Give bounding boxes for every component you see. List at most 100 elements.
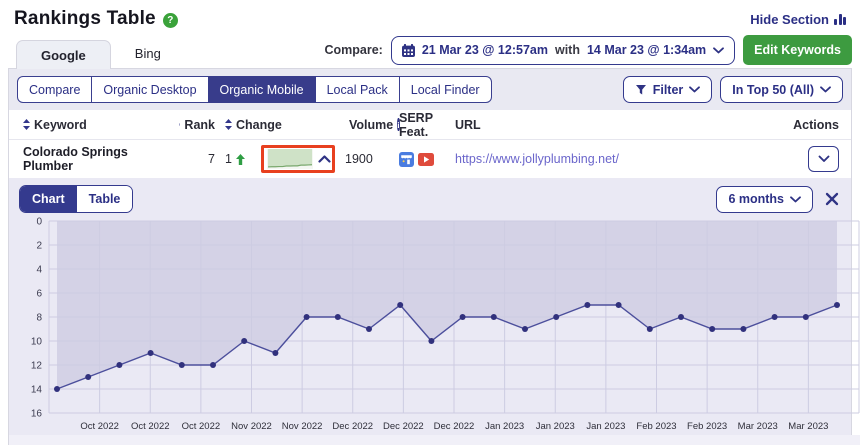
segment-compare[interactable]: Compare <box>17 76 92 103</box>
rank-chart-section: Chart Table 6 months 024681012141 <box>9 178 851 445</box>
svg-text:4: 4 <box>36 265 42 276</box>
hide-section-link[interactable]: Hide Section <box>750 12 846 27</box>
compare-date-from: 21 Mar 23 @ 12:57am <box>422 43 548 57</box>
page-header: Rankings Table ? Hide Section <box>0 0 860 32</box>
tab-google[interactable]: Google <box>16 40 111 69</box>
header-rank[interactable]: Rank <box>179 118 215 132</box>
header-actions: Actions <box>791 118 851 132</box>
chevron-down-icon <box>818 155 830 163</box>
change-value: 1 <box>225 152 232 166</box>
rank-value: 7 <box>208 152 215 166</box>
svg-text:12: 12 <box>31 361 43 372</box>
compare-conjunction: with <box>555 43 580 57</box>
chevron-down-icon <box>713 47 724 54</box>
hide-section-label: Hide Section <box>750 12 829 27</box>
sort-icon <box>179 119 180 130</box>
header-actions-label: Actions <box>793 118 839 132</box>
range-label: 6 months <box>728 192 784 206</box>
filter-dropdown-button[interactable]: Filter <box>623 76 713 103</box>
svg-text:Oct 2022: Oct 2022 <box>131 421 170 432</box>
header-change[interactable]: Change <box>215 118 341 132</box>
keyword-name: Colorado Springs Plumber <box>23 145 128 173</box>
rank-history-chart[interactable]: 0246810121416Oct 2022Oct 2022Oct 2022Nov… <box>9 213 860 445</box>
edit-keywords-button[interactable]: Edit Keywords <box>743 35 852 65</box>
tab-bing[interactable]: Bing <box>111 39 185 68</box>
segment-local-finder[interactable]: Local Finder <box>399 76 492 103</box>
engine-tab-bar: Google Bing Compare: 21 Mar 23 @ 12:57am… <box>8 36 852 68</box>
compare-label: Compare: <box>324 43 382 57</box>
svg-text:Jan 2023: Jan 2023 <box>536 421 575 432</box>
chart-table-toggle: Chart Table <box>19 185 133 213</box>
segment-organic-mobile[interactable]: Organic Mobile <box>208 76 316 103</box>
filter-button-label: Filter <box>653 83 684 97</box>
table-row: Colorado Springs Plumber 7 1 <box>9 140 851 178</box>
tab-bing-label: Bing <box>135 46 161 61</box>
arrow-up-icon <box>236 154 245 165</box>
svg-text:10: 10 <box>31 337 43 348</box>
sort-icon <box>225 119 232 130</box>
compare-date-range-picker[interactable]: 21 Mar 23 @ 12:57am with 14 Mar 23 @ 1:3… <box>391 36 735 65</box>
chevron-down-icon <box>790 196 801 203</box>
svg-text:16: 16 <box>31 409 43 420</box>
rank-history-sparkline[interactable] <box>267 149 313 169</box>
header-url-label: URL <box>455 118 481 132</box>
svg-text:Mar 2023: Mar 2023 <box>788 421 828 432</box>
toggle-chart-view[interactable]: Chart <box>20 186 77 212</box>
funnel-icon <box>635 84 647 96</box>
svg-text:8: 8 <box>36 313 42 324</box>
svg-text:Mar 2023: Mar 2023 <box>738 421 778 432</box>
volume-value: 1900 <box>345 152 373 166</box>
close-icon <box>825 192 839 206</box>
sort-icon <box>23 119 30 130</box>
svg-text:2: 2 <box>36 241 42 252</box>
annotation-highlight <box>261 145 335 173</box>
range-dropdown-button[interactable]: 6 months <box>716 186 813 213</box>
tab-google-label: Google <box>41 48 86 63</box>
business-profile-icon <box>399 152 414 167</box>
svg-text:Oct 2022: Oct 2022 <box>80 421 119 432</box>
video-icon <box>418 153 434 166</box>
rankings-table-panel: Compare Organic Desktop Organic Mobile L… <box>8 68 852 445</box>
header-volume-label: Volume <box>349 118 393 132</box>
svg-text:Dec 2022: Dec 2022 <box>332 421 373 432</box>
svg-text:Feb 2023: Feb 2023 <box>636 421 676 432</box>
chevron-down-icon <box>820 86 831 93</box>
header-rank-label: Rank <box>184 118 215 132</box>
svg-text:Nov 2022: Nov 2022 <box>282 421 323 432</box>
svg-text:6: 6 <box>36 289 42 300</box>
svg-text:Jan 2023: Jan 2023 <box>586 421 625 432</box>
table-header-row: Keyword Rank Change Volume i SERP Feat. … <box>9 110 851 140</box>
segment-organic-desktop[interactable]: Organic Desktop <box>91 76 208 103</box>
filter-toolbar: Compare Organic Desktop Organic Mobile L… <box>9 69 851 110</box>
chevron-up-icon <box>318 155 331 163</box>
scope-button-label: In Top 50 (All) <box>732 83 814 97</box>
segment-local-pack[interactable]: Local Pack <box>315 76 400 103</box>
help-icon[interactable]: ? <box>163 13 178 28</box>
toggle-table-view[interactable]: Table <box>77 186 133 212</box>
header-change-label: Change <box>236 118 282 132</box>
svg-text:Jan 2023: Jan 2023 <box>485 421 524 432</box>
header-keyword-label: Keyword <box>34 118 87 132</box>
header-serp-label: SERP Feat. <box>399 111 455 139</box>
header-url: URL <box>455 118 791 132</box>
svg-text:Nov 2022: Nov 2022 <box>231 421 272 432</box>
rank-type-segments: Compare Organic Desktop Organic Mobile L… <box>17 76 492 103</box>
header-keyword[interactable]: Keyword <box>9 118 179 132</box>
top-scope-dropdown-button[interactable]: In Top 50 (All) <box>720 76 843 103</box>
svg-text:Feb 2023: Feb 2023 <box>687 421 727 432</box>
row-actions-button[interactable] <box>808 146 839 172</box>
compare-date-to: 14 Mar 23 @ 1:34am <box>587 43 706 57</box>
svg-text:0: 0 <box>36 217 42 228</box>
svg-text:Oct 2022: Oct 2022 <box>182 421 221 432</box>
sparkline-chart <box>267 149 313 169</box>
close-chart-button[interactable] <box>823 190 841 208</box>
page-title: Rankings Table <box>14 8 156 30</box>
compare-group: Compare: 21 Mar 23 @ 12:57am with 14 Mar… <box>324 35 852 65</box>
collapse-row-chevron[interactable] <box>318 155 331 163</box>
bar-chart-icon <box>834 13 846 25</box>
keyword-url-link[interactable]: https://www.jollyplumbing.net/ <box>455 152 619 166</box>
chevron-down-icon <box>689 86 700 93</box>
header-serp-feat: SERP Feat. <box>399 111 455 139</box>
svg-text:Dec 2022: Dec 2022 <box>434 421 475 432</box>
header-volume[interactable]: Volume i <box>341 118 399 132</box>
